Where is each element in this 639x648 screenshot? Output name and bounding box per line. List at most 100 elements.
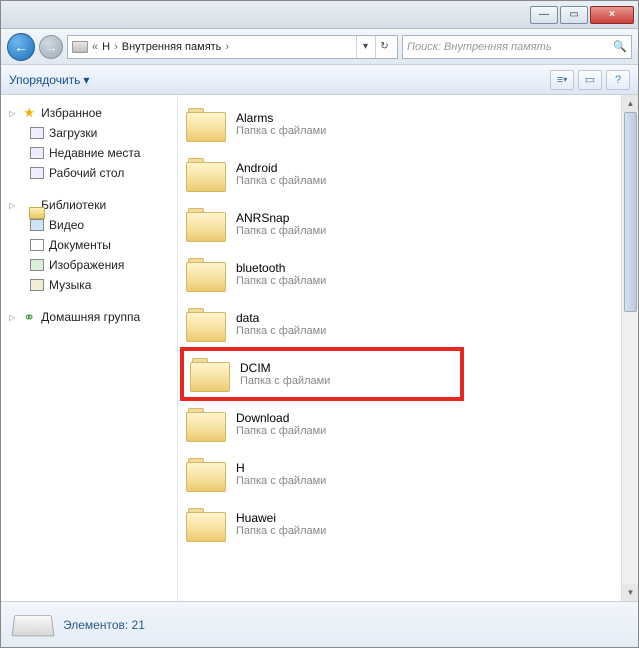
search-icon: 🔍 (613, 40, 627, 53)
sidebar-group-homegroup: ▷ ⚭ Домашняя группа (7, 307, 171, 327)
sidebar-item-label: Избранное (41, 106, 102, 120)
folder-subtitle: Папка с файлами (236, 125, 326, 137)
sidebar-item-libraries[interactable]: ▷ Библиотеки (7, 195, 171, 215)
music-icon (30, 279, 44, 291)
sidebar-item-label: Изображения (49, 258, 124, 272)
folder-subtitle: Папка с файлами (236, 175, 326, 187)
search-input[interactable]: Поиск: Внутренняя память 🔍 (402, 35, 632, 59)
chevron-icon: « (92, 41, 98, 53)
folder-subtitle: Папка с файлами (236, 225, 326, 237)
status-text: Элементов: 21 (63, 618, 145, 632)
breadcrumb[interactable]: « Н › Внутренняя память › ▾ ↻ (67, 35, 398, 59)
folder-name: data (236, 311, 326, 325)
sidebar-group-favorites: ▷ ★ Избранное Загрузки Недавние места Ра… (7, 103, 171, 183)
folder-name: H (236, 461, 326, 475)
images-icon (30, 259, 44, 271)
forward-button[interactable]: → (39, 35, 63, 59)
main-area: ▷ ★ Избранное Загрузки Недавние места Ра… (1, 95, 638, 601)
breadcrumb-dropdown[interactable]: ▾ (356, 36, 374, 58)
sidebar-item-downloads[interactable]: Загрузки (7, 123, 171, 143)
sidebar-item-label: Рабочий стол (49, 166, 124, 180)
chevron-icon: › (225, 41, 229, 53)
documents-icon (30, 239, 44, 251)
folder-icon (186, 106, 226, 142)
organize-label: Упорядочить (9, 73, 80, 87)
folder-name: Alarms (236, 111, 326, 125)
sidebar-item-desktop[interactable]: Рабочий стол (7, 163, 171, 183)
folder-subtitle: Папка с файлами (236, 425, 326, 437)
navbar: ← → « Н › Внутренняя память › ▾ ↻ Поиск:… (1, 29, 638, 65)
refresh-button[interactable]: ↻ (375, 36, 393, 58)
folder-item[interactable]: ANRSnapПапка с файлами (178, 199, 638, 249)
expand-icon: ▷ (9, 109, 15, 118)
close-button[interactable]: × (590, 6, 634, 24)
sidebar-group-libraries: ▷ Библиотеки Видео Документы Изображения… (7, 195, 171, 295)
folder-subtitle: Папка с файлами (236, 475, 326, 487)
folder-name: bluetooth (236, 261, 326, 275)
folder-icon (186, 506, 226, 542)
scroll-down-button[interactable]: ▼ (622, 584, 638, 601)
sidebar-item-documents[interactable]: Документы (7, 235, 171, 255)
folder-subtitle: Папка с файлами (236, 325, 326, 337)
folder-subtitle: Папка с файлами (236, 275, 326, 287)
sidebar-item-recent[interactable]: Недавние места (7, 143, 171, 163)
folder-item[interactable]: AndroidПапка с файлами (178, 149, 638, 199)
sidebar-item-label: Библиотеки (41, 198, 106, 212)
folder-item[interactable]: HПапка с файлами (178, 449, 638, 499)
homegroup-icon: ⚭ (21, 309, 37, 325)
star-icon: ★ (21, 105, 37, 121)
sidebar-item-homegroup[interactable]: ▷ ⚭ Домашняя группа (7, 307, 171, 327)
folder-subtitle: Папка с файлами (240, 375, 330, 387)
folder-name: Huawei (236, 511, 326, 525)
maximize-button[interactable]: ▭ (560, 6, 588, 24)
sidebar: ▷ ★ Избранное Загрузки Недавние места Ра… (1, 95, 177, 601)
folder-name: Download (236, 411, 326, 425)
expand-icon: ▷ (9, 313, 15, 322)
recent-icon (30, 147, 44, 159)
expand-icon: ▷ (9, 201, 15, 210)
folder-item[interactable]: DCIMПапка с файлами (182, 349, 462, 399)
sidebar-item-music[interactable]: Музыка (7, 275, 171, 295)
drive-icon (11, 615, 54, 636)
folder-item[interactable]: HuaweiПапка с файлами (178, 499, 638, 549)
chevron-down-icon: ▾ (563, 75, 567, 84)
scroll-up-button[interactable]: ▲ (622, 95, 638, 112)
titlebar: — ▭ × (1, 1, 638, 29)
sidebar-item-label: Документы (49, 238, 111, 252)
folder-item[interactable]: DownloadПапка с файлами (178, 399, 638, 449)
folder-name: DCIM (240, 361, 330, 375)
libraries-icon (21, 197, 37, 213)
video-icon (30, 219, 44, 231)
folder-icon (186, 306, 226, 342)
desktop-icon (30, 167, 44, 179)
back-button[interactable]: ← (7, 33, 35, 61)
folder-icon (190, 356, 230, 392)
folder-name: Android (236, 161, 326, 175)
view-button[interactable]: ≡▾ (550, 70, 574, 90)
folder-item[interactable]: dataПапка с файлами (178, 299, 638, 349)
folder-icon (186, 206, 226, 242)
scroll-thumb[interactable] (624, 112, 637, 312)
help-button[interactable]: ? (606, 70, 630, 90)
preview-pane-button[interactable]: ▭ (578, 70, 602, 90)
folder-subtitle: Папка с файлами (236, 525, 326, 537)
sidebar-item-label: Недавние места (49, 146, 140, 160)
sidebar-item-favorites[interactable]: ▷ ★ Избранное (7, 103, 171, 123)
folder-item[interactable]: bluetoothПапка с файлами (178, 249, 638, 299)
organize-button[interactable]: Упорядочить ▾ (9, 73, 89, 87)
downloads-icon (30, 127, 44, 139)
file-list: AlarmsПапка с файламиAndroidПапка с файл… (177, 95, 638, 601)
chevron-down-icon: ▾ (83, 73, 89, 87)
sidebar-item-label: Загрузки (49, 126, 97, 140)
sidebar-item-images[interactable]: Изображения (7, 255, 171, 275)
sidebar-item-label: Домашняя группа (41, 310, 140, 324)
toolbar: Упорядочить ▾ ≡▾ ▭ ? (1, 65, 638, 95)
chevron-icon: › (114, 41, 118, 53)
scrollbar[interactable]: ▲ ▼ (621, 95, 638, 601)
folder-icon (186, 456, 226, 492)
folder-item[interactable]: AlarmsПапка с файлами (178, 99, 638, 149)
breadcrumb-seg-1[interactable]: Н (102, 41, 110, 53)
breadcrumb-seg-2[interactable]: Внутренняя память (122, 41, 222, 53)
statusbar: Элементов: 21 (1, 601, 638, 647)
minimize-button[interactable]: — (530, 6, 558, 24)
